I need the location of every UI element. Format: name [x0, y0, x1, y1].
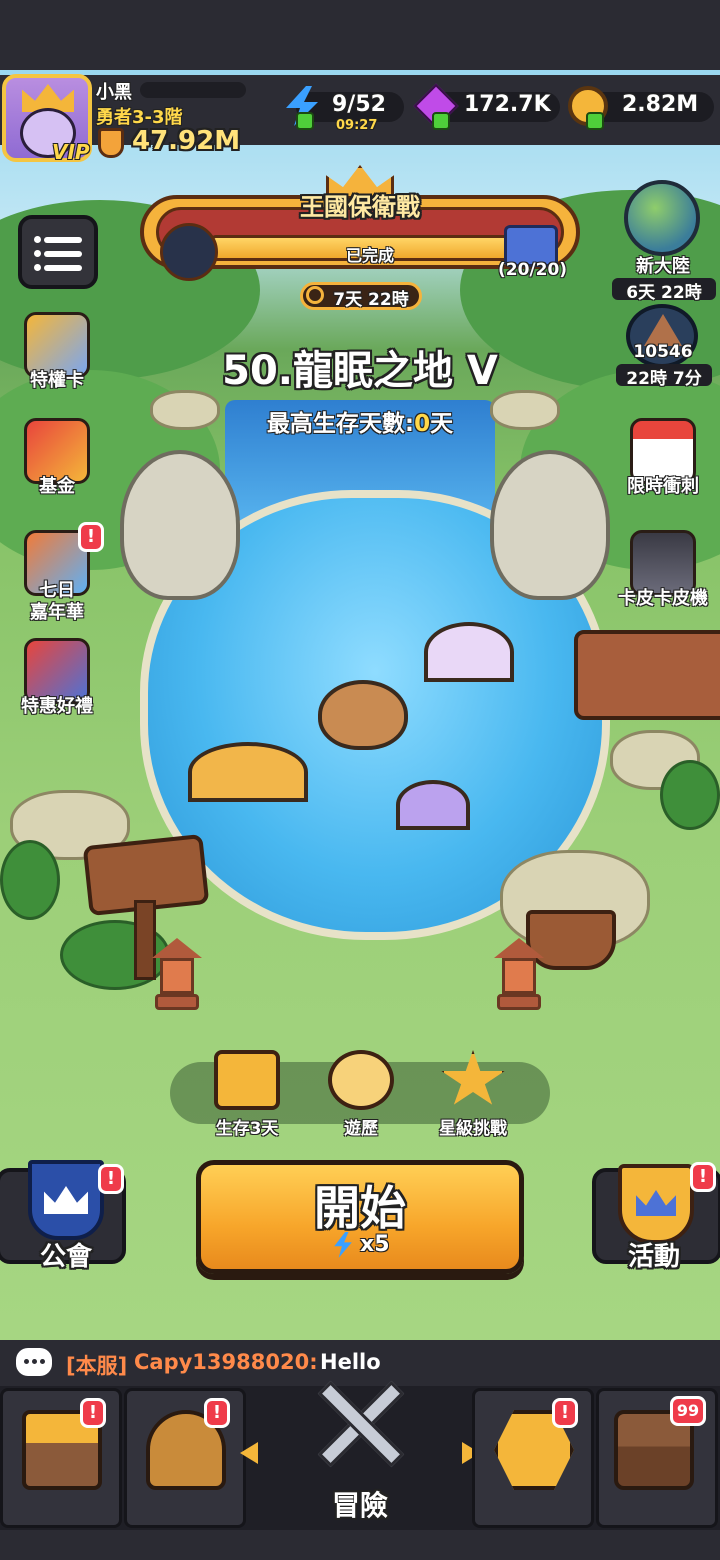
bush [0, 840, 60, 920]
survival-days: 0 [414, 411, 431, 437]
skin-machine-button[interactable]: 卡皮卡皮機 [618, 530, 708, 630]
player-name: 小黑 [96, 82, 132, 103]
equipment-badge: ! [204, 1398, 230, 1428]
calendar-icon [630, 418, 696, 484]
player-name-bar [140, 82, 246, 98]
slot-machine-icon [630, 530, 696, 596]
kingdom-timer: 7天 22時 [333, 290, 409, 310]
capybara-character [318, 680, 408, 750]
carnival-label-line2: 嘉年華 [30, 602, 84, 623]
level-survival-record: 最高生存天數:0天 [0, 404, 720, 438]
menu-line [44, 237, 82, 243]
limited-rush-label: 限時衝刺 [627, 476, 699, 497]
menu-dot [34, 236, 41, 243]
status-bar [0, 0, 720, 70]
ranking-value: 10546 [633, 342, 693, 362]
chat-message: Hello [320, 1350, 381, 1374]
kingdom-progress: (20/20) [498, 260, 568, 280]
vip-badge: VIP [52, 140, 90, 164]
new-continent-label: 新大陸 [636, 256, 690, 277]
start-cost: x5 [360, 1232, 390, 1257]
special-gift-button[interactable]: 特惠好禮 [12, 638, 102, 738]
ranking-timer: 22時 7分 [626, 369, 702, 389]
shield-power-icon [98, 128, 124, 158]
upgrade-badge: ! [552, 1398, 578, 1428]
wooden-bench [574, 630, 720, 720]
globe-icon[interactable] [624, 180, 700, 256]
chat-bubble-icon [16, 1348, 52, 1376]
star-challenge-label: 星級挑戰 [439, 1119, 507, 1139]
privilege-card-icon [24, 312, 90, 378]
menu-dot [34, 250, 41, 257]
crossed-swords-icon [304, 1372, 416, 1476]
kingdom-status: 已完成 [345, 246, 394, 265]
king-character [396, 780, 470, 830]
fund-label: 基金 [39, 476, 75, 497]
star-challenge-icon [441, 1050, 505, 1105]
privilege-card-label: 特權卡 [30, 370, 84, 391]
chat-channel: [本服] [66, 1354, 128, 1378]
stone-lantern [152, 938, 202, 1018]
compass-icon [328, 1050, 394, 1110]
survival-reward-label: 生存3天 [215, 1119, 279, 1139]
activity-badge: ! [690, 1162, 716, 1192]
energy-timer: 09:27 [336, 118, 378, 133]
treasure-chest-icon [214, 1050, 280, 1110]
start-label: 開始 [314, 1181, 406, 1235]
capybara-statue-right [490, 450, 610, 600]
menu-button[interactable] [18, 215, 98, 289]
survival-reward-button[interactable]: 生存3天 [192, 1050, 302, 1150]
star-challenge-button[interactable]: 星級挑戰 [418, 1050, 528, 1150]
guild-label: 公會 [40, 1242, 93, 1272]
energy-value: 9/52 [332, 92, 386, 117]
fund-button[interactable]: 基金 [12, 418, 102, 518]
seven-day-carnival-button[interactable]: ! 七日 嘉年華 [12, 522, 104, 630]
gift-box-icon [24, 638, 90, 704]
adventure-label: 冒險 [331, 1489, 388, 1522]
survival-suffix: 天 [430, 411, 454, 437]
chat-user: Capy13988020: [134, 1350, 318, 1374]
unicorn-character [424, 622, 514, 682]
activity-label: 活動 [628, 1242, 681, 1272]
add-energy-icon[interactable] [296, 112, 314, 130]
coins-value: 2.82M [622, 92, 699, 117]
gems-value: 172.7K [464, 92, 551, 117]
capybara-statue-left [120, 450, 240, 600]
player-power: 47.92M [132, 126, 241, 156]
special-gift-label: 特惠好禮 [21, 696, 93, 717]
shop-badge: ! [80, 1398, 106, 1428]
journey-button[interactable]: 遊歷 [306, 1050, 416, 1150]
fund-chart-icon [24, 418, 90, 484]
limited-rush-button[interactable]: 限時衝刺 [618, 418, 708, 518]
menu-line [44, 265, 82, 271]
survival-prefix: 最高生存天數: [266, 411, 415, 437]
add-gems-icon[interactable] [432, 112, 450, 130]
kingdom-title: 王國保衛戰 [300, 193, 420, 221]
privilege-card-button[interactable]: 特權卡 [12, 312, 102, 412]
home-indicator [0, 1530, 720, 1560]
journey-label: 遊歷 [344, 1119, 378, 1139]
add-coins-icon[interactable] [586, 112, 604, 130]
bush [660, 760, 720, 830]
leopard-character [188, 742, 308, 802]
chest-badge: 99 [670, 1396, 706, 1426]
menu-dot [34, 264, 41, 271]
stone-lantern [494, 938, 544, 1018]
skin-machine-label: 卡皮卡皮機 [618, 588, 708, 609]
new-continent-timer: 6天 22時 [626, 283, 702, 303]
carnival-label-line1: 七日 [39, 580, 75, 601]
seven-day-carnival-label: 七日 嘉年華 [2, 580, 112, 624]
notification-badge: ! [78, 522, 104, 552]
guild-badge: ! [98, 1164, 124, 1194]
menu-line [44, 251, 82, 257]
